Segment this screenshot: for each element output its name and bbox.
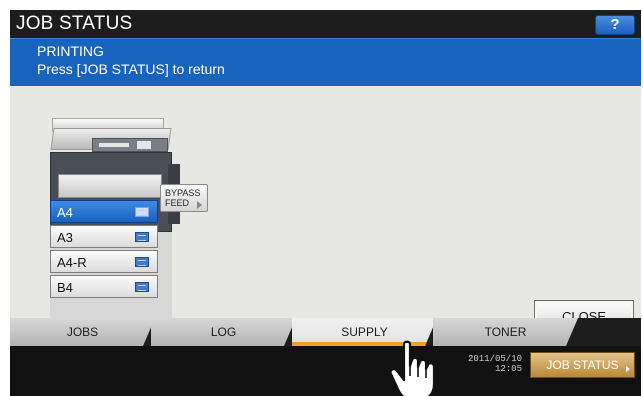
tray-label: B4 [57, 280, 73, 295]
tab-label: SUPPLY [341, 325, 388, 339]
printer-control-panel [92, 138, 168, 152]
time-text: 12:05 [494, 364, 522, 374]
tray-label: A3 [57, 230, 73, 245]
job-status-label: JOB STATUS [546, 358, 619, 372]
page-title: JOB STATUS [16, 13, 133, 34]
tab-label: TONER [484, 325, 527, 339]
tab-log[interactable]: LOG [151, 318, 296, 346]
tab-bar: JOBS LOG SUPPLY TONER [10, 318, 641, 346]
title-bar: JOB STATUS ? [10, 10, 641, 38]
arrow-right-icon [197, 201, 202, 209]
tab-jobs[interactable]: JOBS [10, 318, 155, 346]
tray-label: A4 [57, 205, 73, 220]
printer-output-tray [58, 174, 162, 198]
footer-bar: 2011/05/10 12:05 JOB STATUS [10, 346, 641, 396]
date-text: 2011/05/10 [467, 354, 522, 364]
job-status-screen: JOB STATUS ? PRINTING Press [JOB STATUS]… [10, 10, 641, 396]
tab-toner[interactable]: TONER [433, 318, 578, 346]
tray-a3-button[interactable]: A3 [50, 225, 158, 248]
help-button[interactable]: ? [595, 15, 635, 35]
paper-tray-icon [135, 257, 149, 267]
status-banner: PRINTING Press [JOB STATUS] to return [10, 38, 641, 86]
tab-label: JOBS [66, 325, 99, 339]
tray-a4r-button[interactable]: A4-R [50, 250, 158, 273]
bypass-feed-button[interactable]: BYPASS FEED [160, 184, 208, 212]
corner-arrow-icon [626, 366, 630, 372]
paper-tray-icon [135, 232, 149, 242]
status-instruction: Press [JOB STATUS] to return [37, 61, 225, 77]
job-status-button[interactable]: JOB STATUS [530, 352, 635, 378]
paper-tray-icon [135, 207, 149, 217]
paper-tray-icon [135, 282, 149, 292]
tab-label: LOG [210, 325, 237, 339]
hand-pointer-icon [389, 340, 436, 396]
tray-label: A4-R [57, 255, 87, 270]
status-message: PRINTING [37, 43, 104, 59]
tray-a4-button[interactable]: A4 [50, 200, 158, 223]
bypass-label-line1: BYPASS [165, 188, 201, 198]
date-time: 2011/05/10 12:05 [466, 354, 522, 374]
tray-b4-button[interactable]: B4 [50, 275, 158, 298]
